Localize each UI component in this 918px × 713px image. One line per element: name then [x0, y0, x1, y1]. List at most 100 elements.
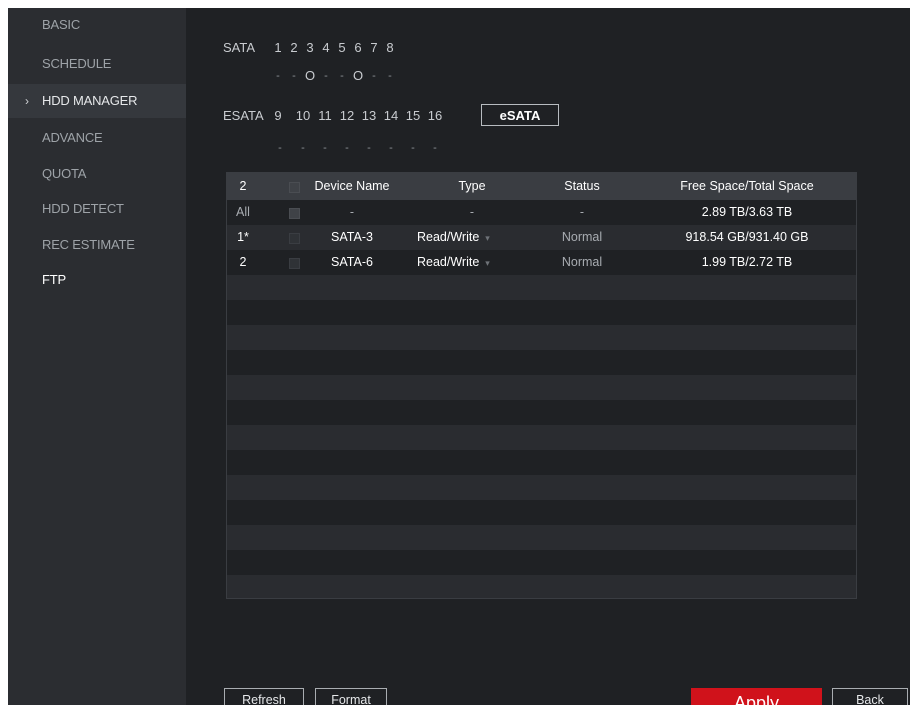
sidebar-item-basic[interactable]: BASIC	[8, 8, 186, 42]
row-type: Read/Write	[417, 230, 480, 244]
sata-port: 1	[274, 40, 282, 55]
sata-status: O	[304, 68, 316, 83]
row-number: 2	[239, 255, 247, 269]
row-device-name: SATA-6	[331, 255, 373, 269]
sidebar-item-quota[interactable]: QUOTA	[8, 157, 186, 191]
esata-label: ESATA	[223, 108, 264, 123]
row-type-dropdown[interactable]: Read/Write ▾	[417, 225, 490, 250]
sidebar-item-label: QUOTA	[42, 166, 87, 181]
esata-port: 10	[295, 108, 311, 123]
table-row	[227, 325, 856, 350]
row-number: All	[236, 205, 250, 219]
sata-port: 7	[370, 40, 378, 55]
refresh-button[interactable]: Refresh	[224, 688, 304, 705]
table-row[interactable]: All - - - 2.89 TB/3.63 TB	[227, 200, 856, 225]
sidebar-item-rec-estimate[interactable]: REC ESTIMATE	[8, 228, 186, 262]
sidebar-item-label: FTP	[42, 272, 66, 287]
chevron-down-icon: ▾	[485, 258, 490, 268]
table-row	[227, 425, 856, 450]
esata-button[interactable]: eSATA	[481, 104, 559, 126]
esata-status: -	[323, 142, 327, 154]
esata-port: 11	[318, 108, 332, 123]
sidebar-item-advance[interactable]: ADVANCE	[8, 121, 186, 155]
sidebar-item-label: BASIC	[42, 17, 81, 32]
sata-port: 6	[354, 40, 362, 55]
esata-port: 16	[427, 108, 443, 123]
sidebar-item-label: SCHEDULE	[42, 56, 112, 71]
sidebar-item-hdd-detect[interactable]: HDD DETECT	[8, 192, 186, 226]
table-row	[227, 475, 856, 500]
chevron-right-icon: ›	[25, 94, 29, 108]
table-row	[227, 500, 856, 525]
row-space: 918.54 GB/931.40 GB	[685, 230, 809, 244]
sidebar-item-label: REC ESTIMATE	[42, 237, 135, 252]
esata-port: 13	[361, 108, 377, 123]
sata-status: -	[324, 70, 328, 82]
sata-status: -	[276, 70, 280, 82]
apply-button[interactable]: Apply	[691, 688, 822, 705]
header-count: 2	[239, 179, 247, 193]
sidebar-item-label: ADVANCE	[42, 130, 103, 145]
header-device-name: Device Name	[314, 179, 390, 193]
esata-status: -	[389, 142, 393, 154]
sata-label: SATA	[223, 40, 256, 55]
row-space: 1.99 TB/2.72 TB	[701, 255, 793, 269]
sata-port: 8	[386, 40, 394, 55]
sidebar-item-label: HDD DETECT	[42, 201, 124, 216]
table-row	[227, 375, 856, 400]
sidebar-item-schedule[interactable]: SCHEDULE	[8, 47, 186, 81]
table-row	[227, 400, 856, 425]
format-button[interactable]: Format	[315, 688, 387, 705]
sidebar-item-label: HDD MANAGER	[42, 93, 138, 108]
row-device-name: -	[349, 205, 355, 219]
esata-status: -	[345, 142, 349, 154]
esata-port: 14	[383, 108, 399, 123]
row-status: Normal	[561, 230, 603, 244]
row-number: 1*	[237, 230, 249, 244]
sata-status: -	[372, 70, 376, 82]
table-row	[227, 300, 856, 325]
esata-status: -	[367, 142, 371, 154]
sata-status: -	[292, 70, 296, 82]
header-free-total-space: Free Space/Total Space	[680, 179, 814, 193]
table-row[interactable]: 1* SATA-3 Read/Write ▾ Normal 918.54 GB/9…	[227, 225, 856, 250]
hdd-manager-panel: SATA 1 2 3 4 5 6 7 8 - - O - - O - - ESA…	[186, 8, 910, 705]
row-space: 2.89 TB/3.63 TB	[701, 205, 793, 219]
table-row	[227, 550, 856, 575]
sata-status: O	[352, 68, 364, 83]
chevron-down-icon: ▾	[485, 233, 490, 243]
esata-status: -	[301, 142, 305, 154]
esata-status: -	[278, 142, 282, 154]
sata-port: 4	[322, 40, 330, 55]
sata-port: 2	[290, 40, 298, 55]
hdd-table: 2 Device Name Type Status Free Space/Tot…	[226, 172, 857, 599]
table-row	[227, 450, 856, 475]
sata-status: -	[340, 70, 344, 82]
esata-port: 12	[339, 108, 355, 123]
sata-status: -	[388, 70, 392, 82]
header-status: Status	[564, 179, 600, 193]
row-device-name: SATA-3	[331, 230, 373, 244]
table-row	[227, 275, 856, 300]
esata-status: -	[433, 142, 437, 154]
table-row[interactable]: 2 SATA-6 Read/Write ▾ Normal 1.99 TB/2.72…	[227, 250, 856, 275]
sidebar-item-ftp[interactable]: FTP	[8, 263, 186, 297]
esata-status: -	[411, 142, 415, 154]
sata-port: 5	[338, 40, 346, 55]
app-window: BASIC SCHEDULE › HDD MANAGER ADVANCE QUOT…	[8, 8, 910, 705]
sata-port: 3	[306, 40, 314, 55]
esata-port: 15	[405, 108, 421, 123]
table-row	[227, 575, 856, 598]
row-status: -	[579, 205, 585, 219]
row-type: Read/Write	[417, 255, 480, 269]
table-row	[227, 525, 856, 550]
row-status: Normal	[561, 255, 603, 269]
table-header: 2 Device Name Type Status Free Space/Tot…	[227, 173, 856, 200]
header-type: Type	[458, 179, 486, 193]
table-row	[227, 350, 856, 375]
back-button[interactable]: Back	[832, 688, 908, 705]
row-type-dropdown[interactable]: Read/Write ▾	[417, 250, 490, 275]
sidebar-item-hdd-manager[interactable]: › HDD MANAGER	[8, 84, 186, 118]
row-type: -	[469, 205, 475, 219]
esata-port: 9	[274, 108, 282, 123]
